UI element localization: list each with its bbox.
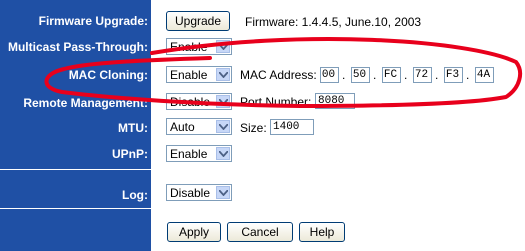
section-divider (0, 208, 151, 209)
mac-octet-4[interactable] (413, 67, 432, 83)
port-number-label: Port Number: (240, 95, 312, 109)
mac-cloning-label: MAC Cloning: (68, 68, 148, 82)
help-button[interactable]: Help (299, 222, 345, 242)
mtu-size-label: Size: (240, 121, 267, 135)
remote-management-select[interactable]: Disable (166, 93, 232, 110)
log-select-value: Disable (170, 186, 211, 200)
remote-management-select-value: Disable (170, 95, 211, 109)
mac-octet-1[interactable] (320, 67, 339, 83)
upgrade-button[interactable]: Upgrade (166, 11, 230, 31)
chevron-down-icon[interactable] (216, 95, 230, 108)
section-divider (0, 169, 151, 170)
upnp-label: UPnP: (112, 147, 148, 161)
mtu-size-input[interactable] (270, 119, 314, 135)
mtu-select-value: Auto (170, 120, 195, 134)
firmware-upgrade-label: Firmware Upgrade: (38, 14, 148, 28)
mac-octet-2[interactable] (351, 67, 370, 83)
multicast-pass-through-label: Multicast Pass-Through: (7, 40, 148, 54)
remote-management-label: Remote Management: (23, 96, 148, 110)
mac-cloning-select-value: Enable (170, 68, 208, 82)
port-number-input[interactable] (315, 93, 355, 109)
mtu-label: MTU: (118, 121, 148, 135)
mac-separator: . (342, 68, 346, 82)
cancel-button[interactable]: Cancel (227, 222, 293, 242)
log-label: Log: (122, 188, 148, 202)
mac-address-label: MAC Address: (240, 68, 317, 82)
mac-separator: . (435, 68, 439, 82)
mac-cloning-select[interactable]: Enable (166, 66, 232, 83)
multicast-select-value: Enable (170, 40, 208, 54)
firmware-version-text: Firmware: 1.4.4.5, June.10, 2003 (245, 15, 422, 29)
mac-octet-6[interactable] (475, 67, 494, 83)
mac-separator: . (373, 68, 377, 82)
mac-separator: . (466, 68, 470, 82)
upnp-select[interactable]: Enable (166, 145, 232, 162)
mac-octet-3[interactable] (382, 67, 401, 83)
chevron-down-icon[interactable] (216, 120, 230, 133)
multicast-select[interactable]: Enable (166, 38, 232, 55)
chevron-down-icon[interactable] (216, 68, 230, 81)
upnp-select-value: Enable (170, 147, 208, 161)
mac-separator: . (404, 68, 408, 82)
log-select[interactable]: Disable (166, 184, 232, 201)
chevron-down-icon[interactable] (216, 186, 230, 199)
chevron-down-icon[interactable] (216, 40, 230, 53)
apply-button[interactable]: Apply (167, 222, 221, 242)
mac-octet-5[interactable] (444, 67, 463, 83)
chevron-down-icon[interactable] (216, 147, 230, 160)
mtu-select[interactable]: Auto (166, 118, 232, 135)
